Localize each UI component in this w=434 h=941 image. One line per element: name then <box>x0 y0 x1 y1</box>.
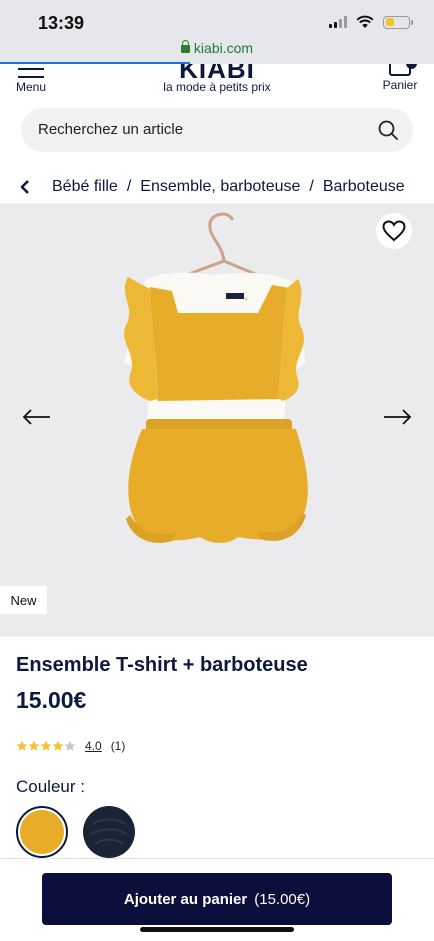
search-icon[interactable] <box>377 119 399 141</box>
kiabi-logo[interactable]: KIABI la mode à petits prix <box>150 64 284 94</box>
wifi-icon <box>356 15 374 28</box>
add-to-cart-button[interactable]: Ajouter au panier (15.00€) <box>42 873 392 925</box>
cart-icon <box>389 64 417 76</box>
star-icon <box>64 740 76 751</box>
rating-value[interactable]: 4.0 <box>85 739 102 753</box>
product-title: Ensemble T-shirt + barboteuse <box>16 654 308 676</box>
bottom-bar: Ajouter au panier (15.00€) <box>0 858 434 941</box>
breadcrumb-separator: / <box>126 178 132 195</box>
product-gallery[interactable]: New <box>0 203 434 637</box>
arrow-left-icon[interactable] <box>22 409 52 425</box>
rating-stars <box>16 740 76 752</box>
chevron-left-icon[interactable] <box>18 180 32 194</box>
star-icon <box>52 740 64 751</box>
site-header: Menu KIABI la mode à petits prix Panier <box>0 64 434 98</box>
star-icon <box>16 740 28 751</box>
add-to-cart-label: Ajouter au panier <box>123 890 248 908</box>
heart-icon <box>382 220 406 242</box>
status-icons <box>329 15 413 29</box>
breadcrumb-item[interactable]: Bébé fille <box>52 178 118 196</box>
product-price: 15.00€ <box>16 687 87 713</box>
wishlist-button[interactable] <box>376 213 412 249</box>
color-swatch-yellow[interactable] <box>16 806 68 858</box>
color-label: Couleur : <box>16 777 85 796</box>
status-time: 13:39 <box>38 13 85 33</box>
product-image <box>124 212 308 543</box>
star-icon <box>28 740 40 751</box>
url-bar[interactable]: kiabi.com <box>0 40 434 56</box>
logo-tagline: la mode à petits prix <box>163 80 271 94</box>
breadcrumb-item[interactable]: Ensemble, barboteuse <box>140 178 300 196</box>
add-to-cart-price: (15.00€) <box>254 890 311 908</box>
cart-badge <box>406 64 417 69</box>
url-text: kiabi.com <box>193 40 254 56</box>
menu-button[interactable]: Menu <box>14 66 48 94</box>
product-rating[interactable]: 4.0 (1) <box>16 739 125 753</box>
arrow-right-icon[interactable] <box>382 409 412 425</box>
hamburger-icon <box>18 68 44 78</box>
signal-icon <box>329 16 347 28</box>
new-badge: New <box>0 586 47 614</box>
lock-icon <box>180 40 190 53</box>
breadcrumb: Bébé fille / Ensemble, barboteuse / Barb… <box>14 175 434 199</box>
status-bar: 13:39 kiabi.com <box>0 0 434 65</box>
menu-label: Menu <box>15 80 47 94</box>
search-input[interactable]: Recherchez un article <box>21 108 413 152</box>
battery-icon <box>383 15 413 29</box>
rating-count: (1) <box>110 739 126 753</box>
home-indicator <box>140 927 294 932</box>
breadcrumb-item-current[interactable]: Barboteuse <box>323 178 405 196</box>
cart-button[interactable]: Panier <box>382 64 418 92</box>
color-swatch-navy[interactable] <box>83 806 135 858</box>
search-placeholder: Recherchez un article <box>38 121 184 138</box>
cart-label: Panier <box>382 78 418 92</box>
star-icon <box>40 740 52 751</box>
breadcrumb-separator: / <box>309 178 314 195</box>
